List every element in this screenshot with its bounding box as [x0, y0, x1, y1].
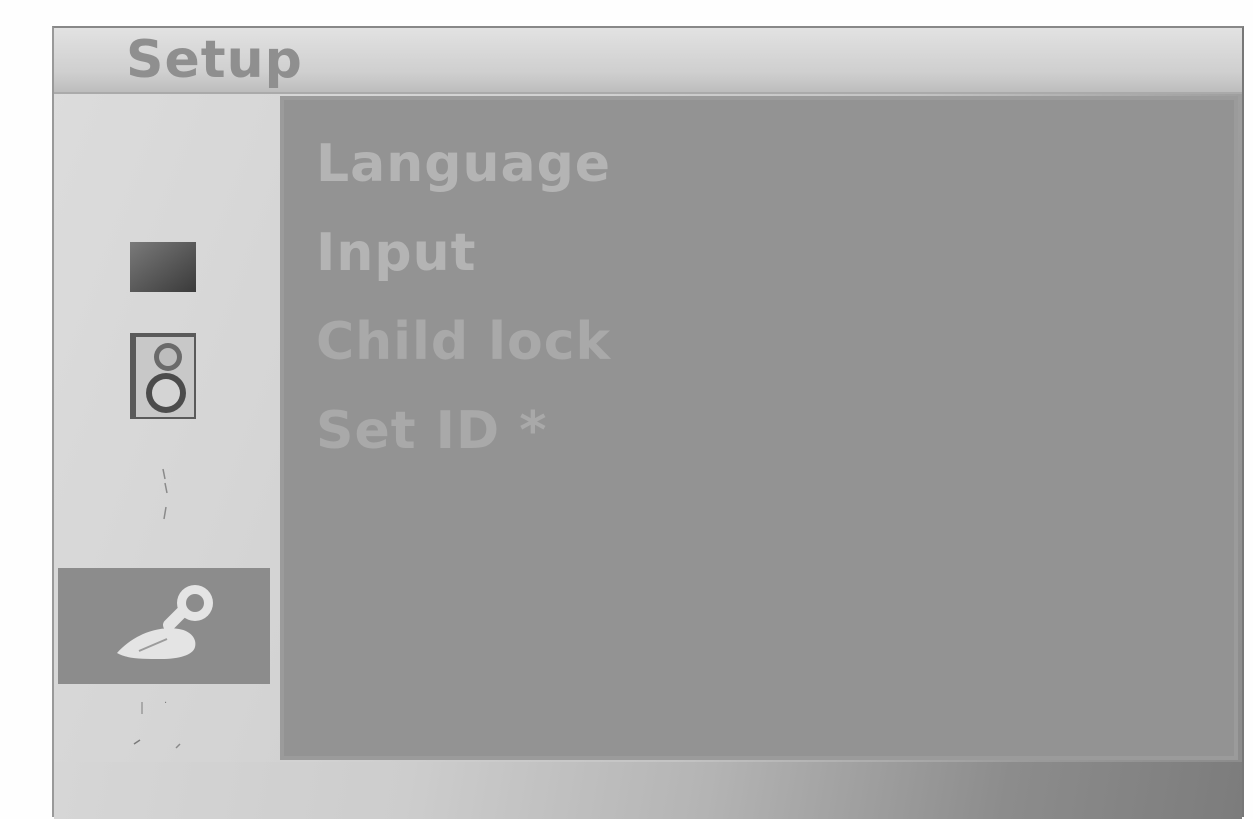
setup-osd-window: Setup · Language Input Child lock Set ID…	[52, 26, 1244, 819]
title-bar: Setup	[54, 28, 1242, 94]
sidebar-item-audio[interactable]	[54, 326, 272, 426]
speaker-icon	[130, 333, 196, 419]
menu-item-language[interactable]: Language	[316, 132, 611, 221]
sidebar-item-setup[interactable]	[58, 568, 270, 684]
setup-wrench-icon	[117, 585, 213, 659]
picture-icon	[130, 242, 196, 292]
bottom-bar	[54, 762, 1242, 819]
page-title: Setup	[126, 30, 303, 90]
menu-item-set-id[interactable]: Set ID *	[316, 399, 611, 488]
setup-menu: Language Input Child lock Set ID *	[316, 132, 611, 488]
menu-item-child-lock[interactable]: Child lock	[316, 310, 611, 399]
sidebar: ·	[54, 94, 272, 794]
sidebar-item-picture[interactable]	[54, 234, 272, 298]
menu-item-input[interactable]: Input	[316, 221, 611, 310]
clock-icon	[162, 468, 168, 520]
sidebar-item-time[interactable]	[54, 444, 272, 554]
svg-text:·: ·	[164, 698, 167, 709]
setup-menu-panel: Language Input Child lock Set ID *	[280, 96, 1238, 760]
